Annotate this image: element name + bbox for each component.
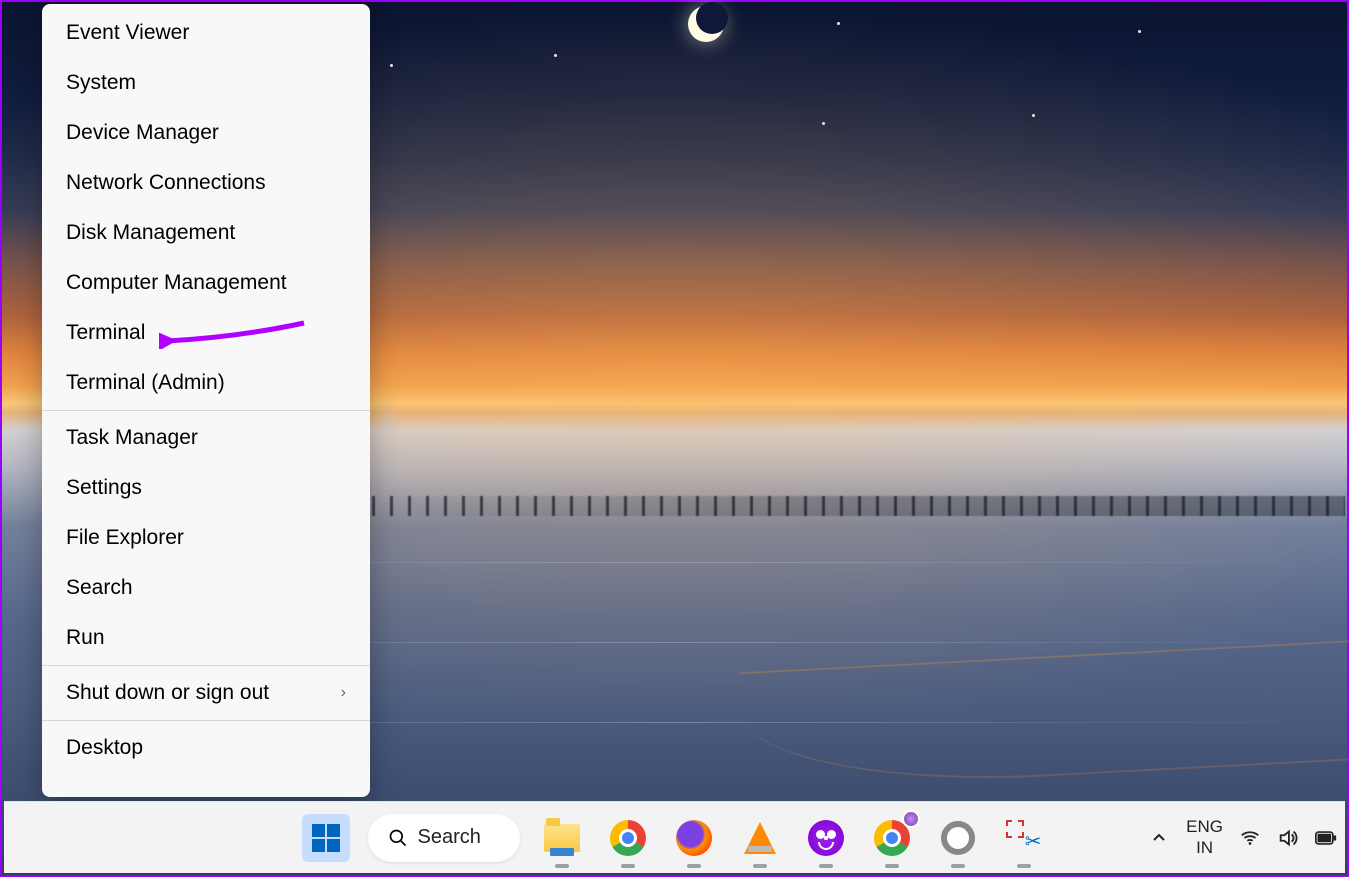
star-icon (390, 64, 393, 67)
firefox-icon (676, 820, 712, 856)
wifi-button[interactable] (1239, 827, 1261, 849)
gear-icon (941, 821, 975, 855)
menu-item-label: Event Viewer (66, 21, 189, 45)
infinity-icon (808, 820, 844, 856)
winx-item-device-manager[interactable]: Device Manager (42, 108, 370, 158)
menu-item-label: System (66, 71, 136, 95)
taskbar-app-file-explorer[interactable] (538, 814, 586, 862)
scissors-icon: ✂ (1006, 820, 1042, 856)
taskbar-app-firefox[interactable] (670, 814, 718, 862)
winx-item-event-viewer[interactable]: Event Viewer (42, 8, 370, 58)
menu-separator (42, 410, 370, 411)
road-decoration (739, 640, 1349, 792)
star-icon (554, 54, 557, 57)
taskbar-app-settings[interactable] (934, 814, 982, 862)
battery-icon (1315, 829, 1337, 847)
winx-item-file-explorer[interactable]: File Explorer (42, 513, 370, 563)
taskbar-search[interactable]: Search (368, 814, 520, 862)
battery-button[interactable] (1315, 827, 1337, 849)
winx-item-task-manager[interactable]: Task Manager (42, 413, 370, 463)
volume-icon (1277, 827, 1299, 849)
menu-separator (42, 665, 370, 666)
folder-icon (544, 824, 580, 852)
profile-badge-icon (902, 810, 920, 828)
start-button[interactable] (302, 814, 350, 862)
treeline-decoration (372, 496, 1345, 516)
winx-item-terminal-admin[interactable]: Terminal (Admin) (42, 358, 370, 408)
windows-icon (312, 824, 340, 852)
chevron-right-icon: › (341, 684, 346, 702)
menu-item-label: Terminal (Admin) (66, 371, 225, 395)
menu-item-label: Shut down or sign out (66, 681, 269, 705)
tray-overflow-chevron[interactable] (1148, 827, 1170, 849)
language-line1: ENG (1186, 817, 1223, 837)
winx-item-shut-down-or-sign-out[interactable]: Shut down or sign out › (42, 668, 370, 718)
winx-context-menu: Event Viewer System Device Manager Network … (42, 4, 370, 797)
menu-item-label: Device Manager (66, 121, 219, 145)
menu-item-label: Task Manager (66, 426, 198, 450)
search-icon (388, 828, 408, 848)
taskbar-app-purple[interactable] (802, 814, 850, 862)
menu-item-label: Disk Management (66, 221, 235, 245)
menu-item-label: Terminal (66, 321, 145, 345)
menu-item-label: File Explorer (66, 526, 184, 550)
chevron-up-icon (1151, 830, 1167, 846)
star-icon (1032, 114, 1035, 117)
wifi-icon (1239, 827, 1261, 849)
language-indicator[interactable]: ENG IN (1186, 817, 1223, 858)
winx-item-terminal[interactable]: Terminal (42, 308, 370, 358)
star-icon (837, 22, 840, 25)
system-tray: ENG IN (1148, 802, 1337, 873)
taskbar-app-chrome[interactable] (604, 814, 652, 862)
menu-item-label: Search (66, 576, 133, 600)
star-icon (1138, 30, 1141, 33)
taskbar: Search (4, 801, 1345, 873)
winx-item-disk-management[interactable]: Disk Management (42, 208, 370, 258)
winx-item-run[interactable]: Run (42, 613, 370, 663)
search-label: Search (418, 826, 481, 849)
winx-item-search[interactable]: Search (42, 563, 370, 613)
moon-icon (688, 6, 724, 42)
taskbar-app-snipping-tool[interactable]: ✂ (1000, 814, 1048, 862)
menu-item-label: Settings (66, 476, 142, 500)
volume-button[interactable] (1277, 827, 1299, 849)
vlc-icon (744, 822, 776, 854)
winx-item-settings[interactable]: Settings (42, 463, 370, 513)
menu-item-label: Desktop (66, 736, 143, 760)
language-line2: IN (1186, 838, 1223, 858)
winx-item-system[interactable]: System (42, 58, 370, 108)
winx-item-computer-management[interactable]: Computer Management (42, 258, 370, 308)
menu-item-label: Network Connections (66, 171, 266, 195)
chrome-icon (610, 820, 646, 856)
winx-item-desktop[interactable]: Desktop (42, 723, 370, 773)
winx-item-network-connections[interactable]: Network Connections (42, 158, 370, 208)
taskbar-app-vlc[interactable] (736, 814, 784, 862)
menu-separator (42, 720, 370, 721)
menu-item-label: Computer Management (66, 271, 287, 295)
taskbar-app-chrome-profile[interactable] (868, 814, 916, 862)
smoke-decoration (379, 397, 399, 437)
star-icon (822, 122, 825, 125)
taskbar-center: Search (302, 814, 1048, 862)
menu-item-label: Run (66, 626, 105, 650)
